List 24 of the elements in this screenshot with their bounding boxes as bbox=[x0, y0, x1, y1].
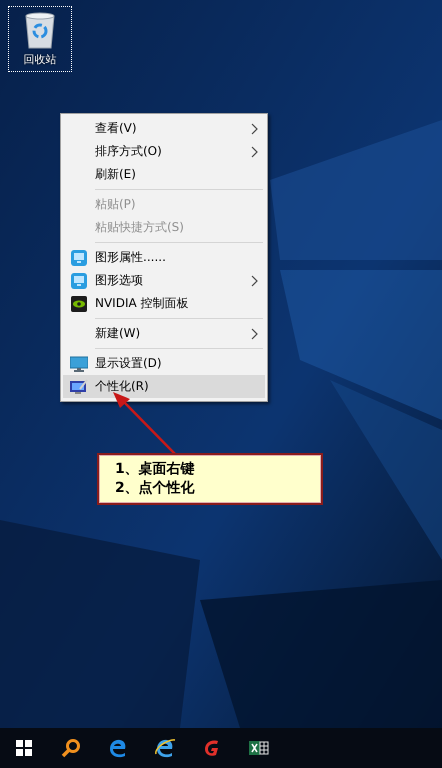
callout-text: 1、桌面右键 bbox=[115, 460, 196, 479]
browser-e-icon[interactable] bbox=[108, 738, 128, 758]
icon-label: 回收站 bbox=[24, 52, 56, 67]
menu-item[interactable]: 新建(W) bbox=[63, 322, 265, 345]
monitor-icon bbox=[71, 250, 87, 266]
eye-logo-icon bbox=[71, 296, 87, 312]
menu-item[interactable]: 个性化(R) bbox=[63, 375, 265, 398]
monitor-brush-icon bbox=[70, 378, 88, 394]
menu-item[interactable]: 查看(V) bbox=[63, 117, 265, 140]
menu-item[interactable]: 图形属性...... bbox=[63, 246, 265, 269]
monitor-icon bbox=[71, 272, 87, 288]
recycle-bin-icon bbox=[23, 10, 57, 50]
browser-e-icon[interactable] bbox=[154, 738, 176, 758]
arrow bbox=[113, 392, 176, 455]
monitor-icon bbox=[70, 356, 88, 372]
magnifier-icon[interactable] bbox=[61, 738, 81, 758]
menu-item[interactable]: 排序方式(O) bbox=[63, 140, 265, 163]
windows-logo-icon[interactable] bbox=[16, 740, 32, 756]
menu-item[interactable]: 刷新(E) bbox=[63, 163, 265, 186]
spreadsheet-icon[interactable] bbox=[249, 739, 269, 757]
menu-item[interactable]: 显示设置(D) bbox=[63, 352, 265, 375]
menu-item[interactable]: NVIDIA 控制面板 bbox=[63, 292, 265, 315]
menu-item[interactable]: 图形选项 bbox=[63, 269, 265, 292]
callout-text: 2、点个性化 bbox=[115, 479, 196, 498]
